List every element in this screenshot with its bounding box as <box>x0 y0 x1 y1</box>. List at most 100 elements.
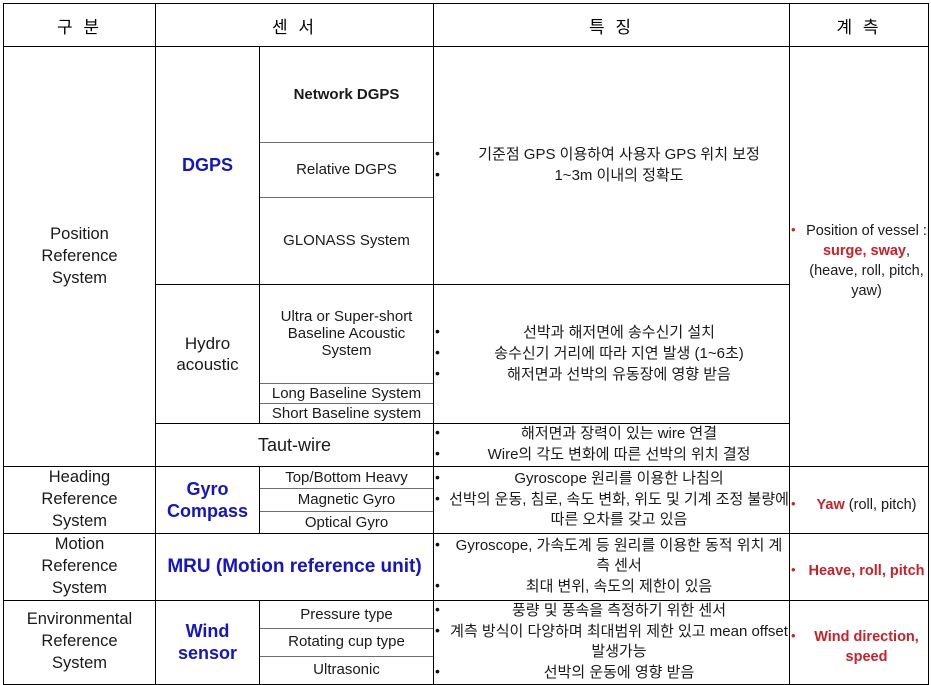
sensor-subitem: Top/Bottom Heavy <box>260 467 434 490</box>
table-row: Environmental Reference System Wind sensor Pr… <box>3 599 930 685</box>
feature-list: 선박과 해저면에 송수신기 설치송수신기 거리에 따라 지연 발생 (1~6초)… <box>434 322 789 385</box>
table-row: Heading Reference System Gyro Compass Top/Bot… <box>3 466 930 534</box>
category-cell: Heading Reference System <box>3 466 156 534</box>
feature-list: 해저면과 장력이 있는 wire 연결Wire의 각도 변화에 따른 선박의 위… <box>434 423 789 465</box>
measurement-inner: Position of vessel : surge, sway, (heave… <box>790 211 928 301</box>
feature-cell: 풍량 및 풍속을 측정하기 위한 센서계측 방식이 다양하며 최대범위 제한 있… <box>433 599 791 685</box>
feature-item: 계측 방식이 다양하며 최대범위 제한 있고 mean offset 발생가능 <box>434 621 789 662</box>
sensor-subitem: Ultra or Super-short Baseline Acoustic Sy… <box>260 285 434 384</box>
measurement-inner: Yaw (roll, pitch) <box>790 485 928 515</box>
feature-cell: 기준점 GPS 이용하여 사용자 GPS 위치 보정1~3m 이내의 정확도 <box>433 46 791 285</box>
sensor-subitem: GLONASS System <box>260 197 434 284</box>
sensor-subitem-row: Short Baseline system <box>260 403 434 424</box>
feature-cell: 선박과 해저면에 송수신기 설치송수신기 거리에 따라 지연 발생 (1~6초)… <box>433 283 791 425</box>
category-cell: Motion Reference System <box>3 532 156 601</box>
sensor-subitem-row: Long Baseline System <box>260 383 434 404</box>
sensor-subitems-cell: Network DGPS Relative DGPS GLONASS System <box>258 46 435 285</box>
header-row: 구 분 센 서 특 징 계 측 <box>3 3 930 47</box>
measurement-item: Wind direction, speed <box>790 627 928 667</box>
feature-cell: Gyroscope, 가속도계 등 원리를 이용한 동적 위치 계측 센서최대 … <box>433 532 791 601</box>
sensor-group-cell: Gyro Compass <box>155 466 260 534</box>
measurement-cell: Wind direction, speed <box>789 599 930 685</box>
measurement-cell: Heave, roll, pitch <box>789 532 930 601</box>
sensor-subitem-row: Network DGPS <box>260 47 434 143</box>
category-cell: Position Reference System <box>3 45 156 468</box>
sensor-subitems-cell: Pressure type Rotating cup type Ultrasonic <box>258 599 435 685</box>
measurement-item: Position of vessel : surge, sway, (heave… <box>790 221 928 301</box>
measurement-item: Yaw (roll, pitch) <box>790 495 928 515</box>
measurement-list: Wind direction, speed <box>790 627 928 667</box>
sensor-subitem-row: GLONASS System <box>260 197 434 284</box>
feature-cell: 해저면과 장력이 있는 wire 연결Wire의 각도 변화에 따른 선박의 위… <box>433 423 791 468</box>
measurement-cell: Position of vessel : surge, sway, (heave… <box>789 45 930 468</box>
feature-item: 선박과 해저면에 송수신기 설치 <box>434 322 789 343</box>
feature-item: 선박의 운동, 침로, 속도 변화, 위도 및 기계 조정 불량에 따른 오차를… <box>434 489 789 530</box>
feature-cell: Gyroscope 원리를 이용한 나침의선박의 운동, 침로, 속도 변화, … <box>433 466 791 534</box>
sensor-subitem-row: Magnetic Gyro <box>260 488 434 512</box>
sensor-subitem: Ultrasonic <box>260 656 434 684</box>
sensor-group-cell: DGPS <box>155 46 260 285</box>
sensor-subitem-row: Relative DGPS <box>260 142 434 198</box>
table-row: Position Reference System DGPS Network DGPS R… <box>3 45 930 468</box>
sensor-subitems-table: Network DGPS Relative DGPS GLONASS System <box>260 47 434 284</box>
table-header: 구 분 센 서 특 징 계 측 <box>3 3 930 47</box>
sensor-subitem: Network DGPS <box>260 47 434 143</box>
measurement-text: Position of vessel : <box>806 223 927 240</box>
sensor-subitem: Magnetic Gyro <box>260 488 434 512</box>
feature-item: 해저면과 장력이 있는 wire 연결 <box>434 423 789 444</box>
measurement-list: Heave, roll, pitch <box>790 561 928 581</box>
sensor-subitem-row: Pressure type <box>260 600 434 629</box>
table-container: 구 분 센 서 특 징 계 측 Position Reference System D… <box>0 3 931 685</box>
sensor-subitem: Relative DGPS <box>260 142 434 198</box>
sensor-subitems-table: Ultra or Super-short Baseline Acoustic Sy… <box>260 285 434 424</box>
measurement-inner: Wind direction, speed <box>790 617 928 667</box>
measurement-list: Position of vessel : surge, sway, (heave… <box>790 221 928 301</box>
sensor-subitem: Rotating cup type <box>260 628 434 657</box>
feature-item: 1~3m 이내의 정확도 <box>434 165 789 186</box>
feature-item: 선박의 운동에 영향 받음 <box>434 662 789 683</box>
measurement-cell: Yaw (roll, pitch) <box>789 466 930 534</box>
table-body: Position Reference System DGPS Network DGPS R… <box>3 45 930 685</box>
measurement-highlight: Wind direction, speed <box>814 628 919 665</box>
dp-sensor-table: 구 분 센 서 특 징 계 측 Position Reference System D… <box>3 3 930 685</box>
header-cell-measurement: 계 측 <box>789 3 930 47</box>
sensor-subitem-row: Top/Bottom Heavy <box>260 467 434 490</box>
measurement-highlight: Heave, roll, pitch <box>808 563 925 580</box>
measurement-text: (roll, pitch) <box>844 496 917 513</box>
sensor-group-cell: Taut-wire <box>154 423 435 468</box>
measurement-list: Yaw (roll, pitch) <box>790 495 928 515</box>
feature-list: Gyroscope, 가속도계 등 원리를 이용한 동적 위치 계측 센서최대 … <box>434 535 789 597</box>
sensor-subitems-table: Top/Bottom Heavy Magnetic Gyro Optical Gyr… <box>260 467 434 533</box>
feature-item: 기준점 GPS 이용하여 사용자 GPS 위치 보정 <box>434 144 789 165</box>
sensor-subitem: Long Baseline System <box>260 383 434 404</box>
feature-item: Wire의 각도 변화에 따른 선박의 위치 결정 <box>434 444 789 465</box>
sensor-subitems-cell: Top/Bottom Heavy Magnetic Gyro Optical Gyr… <box>258 466 435 534</box>
measurement-inner: Heave, roll, pitch <box>790 551 928 581</box>
feature-item: Gyroscope, 가속도계 등 원리를 이용한 동적 위치 계측 센서 <box>434 535 789 576</box>
sensor-subitem-row: Ultrasonic <box>260 656 434 684</box>
measurement-highlight: surge, sway <box>822 243 906 260</box>
feature-item: 송수신기 거리에 따라 지연 발생 (1~6초) <box>434 343 789 364</box>
sensor-group-cell: Hydro acoustic <box>155 283 260 425</box>
measurement-highlight: Yaw <box>816 496 845 513</box>
sensor-subitem: Pressure type <box>260 600 434 629</box>
sensor-subitem: Short Baseline system <box>260 403 434 424</box>
feature-list: 풍량 및 풍속을 측정하기 위한 센서계측 방식이 다양하며 최대범위 제한 있… <box>434 600 789 683</box>
table-row: Motion Reference System MRU (Motion referen… <box>3 532 930 601</box>
sensor-subitems-table: Pressure type Rotating cup type Ultrasonic <box>260 600 434 684</box>
feature-list: 기준점 GPS 이용하여 사용자 GPS 위치 보정1~3m 이내의 정확도 <box>434 144 789 186</box>
header-cell-sensor: 센 서 <box>154 3 435 47</box>
feature-item: 최대 변위, 속도의 제한이 있음 <box>434 576 789 597</box>
measurement-item: Heave, roll, pitch <box>790 561 928 581</box>
sensor-subitem-row: Rotating cup type <box>260 628 434 657</box>
sensor-subitem-row: Ultra or Super-short Baseline Acoustic Sy… <box>260 285 434 384</box>
feature-item: 해저면과 선박의 유동장에 영향 받음 <box>434 364 789 385</box>
feature-list: Gyroscope 원리를 이용한 나침의선박의 운동, 침로, 속도 변화, … <box>434 468 789 530</box>
sensor-subitems-cell: Ultra or Super-short Baseline Acoustic Sy… <box>258 283 435 425</box>
feature-item: 풍량 및 풍속을 측정하기 위한 센서 <box>434 600 789 621</box>
header-cell-feature: 특 징 <box>433 3 791 47</box>
sensor-group-cell: MRU (Motion reference unit) <box>154 532 435 601</box>
sensor-group-cell: Wind sensor <box>155 599 260 685</box>
category-cell: Environmental Reference System <box>3 599 156 685</box>
feature-item: Gyroscope 원리를 이용한 나침의 <box>434 468 789 489</box>
